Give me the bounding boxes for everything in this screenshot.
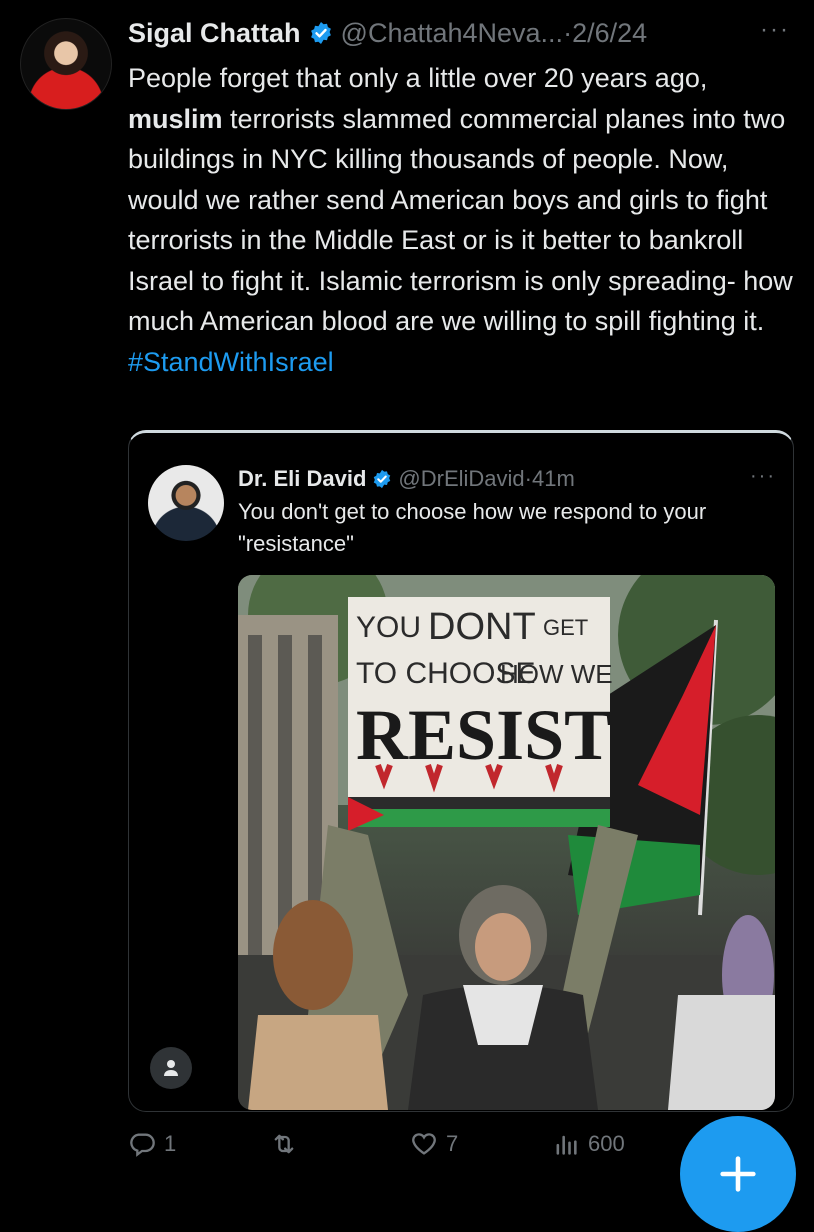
tweet-header: Sigal Chattah @Chattah4Neva... · 2/6/24 — [128, 14, 647, 52]
compose-plus-icon — [720, 1156, 756, 1192]
like-count: 7 — [446, 1131, 459, 1156]
person-icon[interactable] — [150, 1047, 192, 1089]
retweet-icon — [274, 1134, 294, 1154]
compose-button[interactable] — [680, 1116, 796, 1232]
quoted-tweet-text: You don't get to choose how we respond t… — [238, 499, 707, 556]
like-button[interactable]: 7 — [410, 1130, 458, 1158]
quoted-author-name[interactable]: Dr. Eli David — [238, 466, 366, 492]
separator-dot: · — [563, 17, 573, 48]
protest-photo-illustration: YOU DONT GET TO CHOOSE HOW WE RESIST — [238, 575, 775, 1110]
retweet-button[interactable] — [270, 1130, 306, 1158]
sign-text-get: GET — [543, 615, 588, 640]
sign-text-resist: RESIST — [356, 695, 612, 775]
reply-button[interactable]: 1 — [128, 1130, 176, 1158]
heart-icon — [412, 1133, 436, 1155]
tweet-text-rest: terrorists slammed commercial planes int… — [128, 103, 793, 337]
quoted-tweet-header: Dr. Eli David @DrEliDavid · 41m — [238, 462, 575, 496]
tweet-photo[interactable]: YOU DONT GET TO CHOOSE HOW WE RESIST — [238, 575, 775, 1110]
views-count: 600 — [588, 1131, 625, 1156]
author-avatar[interactable] — [20, 18, 112, 110]
views-icon — [556, 1135, 577, 1155]
separator-dot: · — [524, 466, 532, 491]
tweet-text-bold: muslim — [128, 103, 223, 134]
verified-badge-icon — [310, 22, 331, 44]
quoted-author-handle[interactable]: @DrEliDavid — [398, 466, 524, 492]
verified-badge-icon — [374, 469, 391, 489]
more-options-icon[interactable]: ··· — [750, 465, 776, 488]
sign-text-dont: DONT — [428, 606, 536, 648]
views-button[interactable]: 600 — [552, 1130, 625, 1158]
tweet-text-start: People forget that only a little over 20… — [128, 63, 708, 93]
tweet-date[interactable]: 2/6/24 — [572, 18, 647, 49]
person-glyph-icon — [164, 1060, 178, 1076]
quoted-tweet-time[interactable]: 41m — [532, 466, 575, 492]
author-handle[interactable]: @Chattah4Neva... — [341, 18, 564, 49]
tweet-text: People forget that only a little over 20… — [128, 58, 798, 382]
reply-count: 1 — [164, 1131, 177, 1156]
hashtag-link[interactable]: #StandWithIsrael — [128, 347, 334, 377]
sign-text-you: YOU — [356, 611, 421, 644]
quoted-author-avatar[interactable] — [148, 465, 224, 541]
author-name[interactable]: Sigal Chattah — [128, 18, 301, 49]
reply-icon — [130, 1133, 155, 1157]
more-options-icon[interactable]: ··· — [760, 16, 790, 44]
sign-text-how-we: HOW WE — [500, 659, 613, 689]
